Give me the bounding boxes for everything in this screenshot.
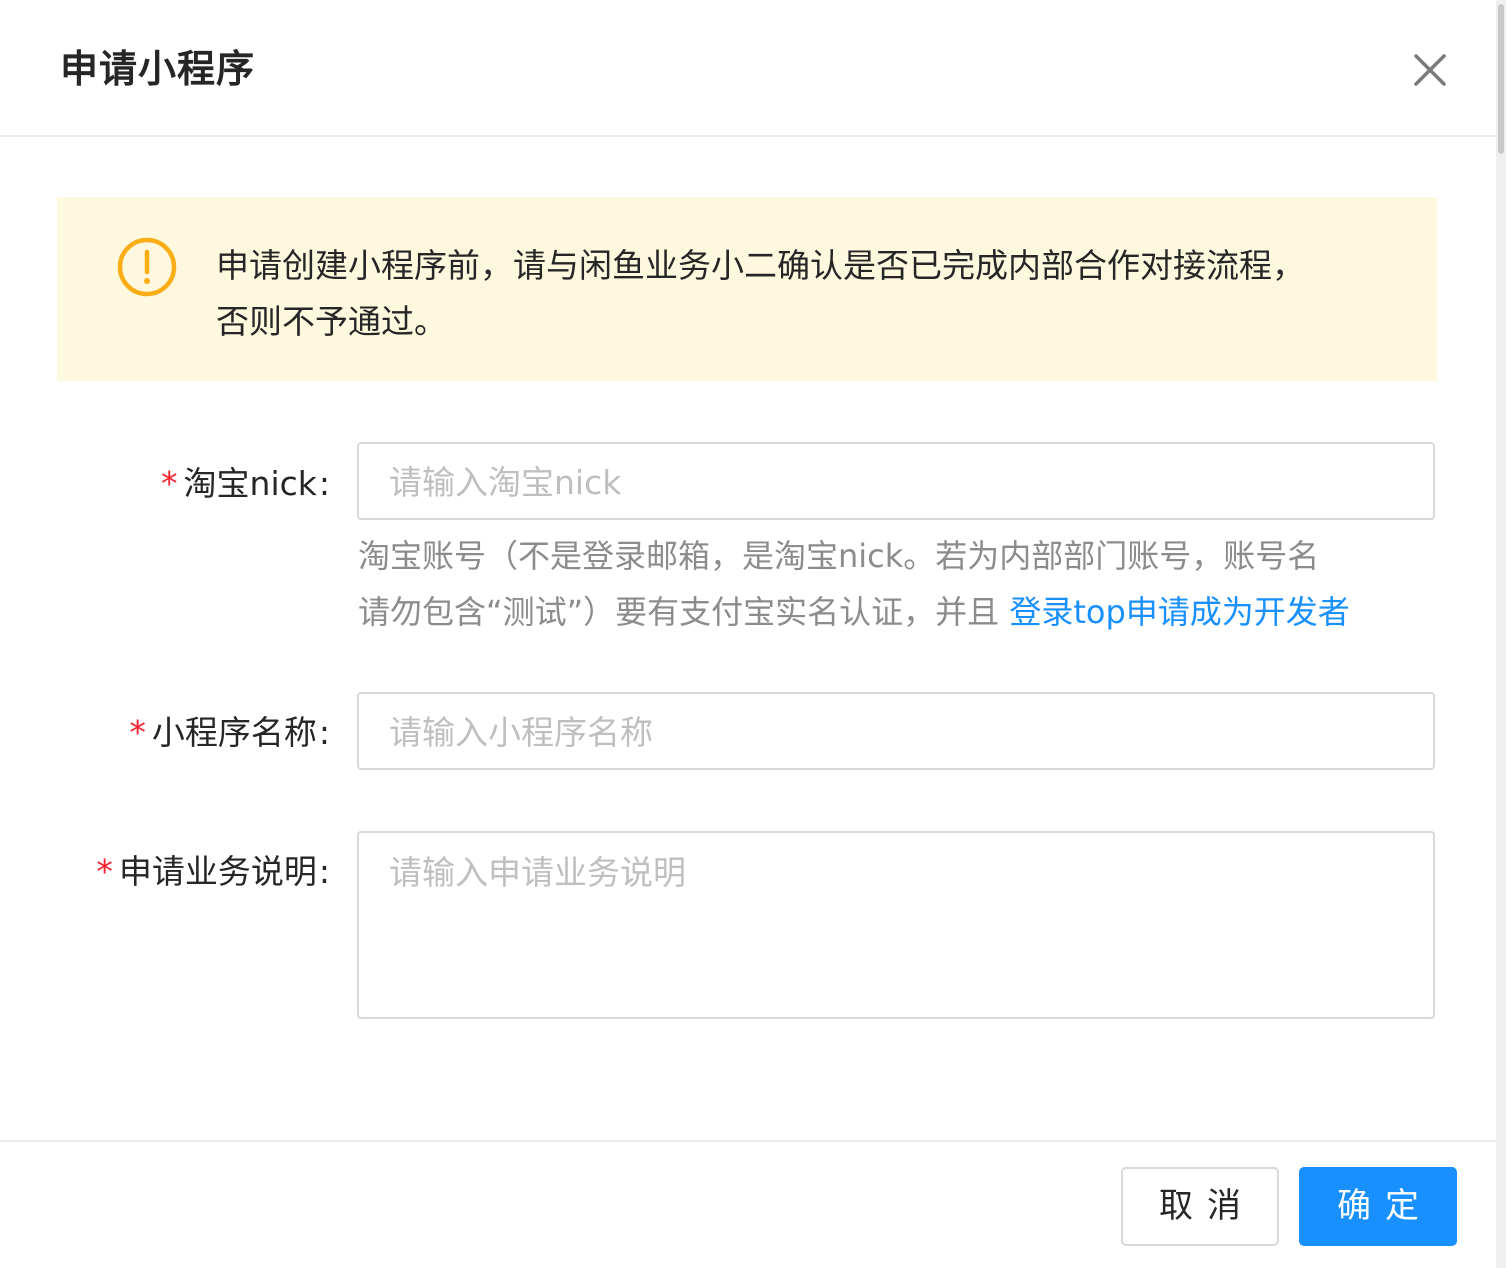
mini-program-name-input[interactable]: 请输入小程序名称 — [357, 692, 1435, 770]
help-line-2: 请勿包含“测试”）要有支付宝实名认证，并且 登录top申请成为开发者 — [358, 584, 1448, 640]
footer-divider — [0, 1140, 1496, 1142]
page-scrollbar[interactable] — [1496, 0, 1506, 1268]
mini-program-name-label: * 小程序名称: — [129, 711, 330, 755]
register-developer-link[interactable]: 登录top申请成为开发者 — [1009, 593, 1349, 631]
taobao-nick-help: 淘宝账号（不是登录邮箱，是淘宝nick。若为内部部门账号，账号名 请勿包含“测试… — [358, 528, 1448, 640]
apply-mini-program-dialog: 申请小程序 申请创建小程序前，请与闲鱼业务小二确认是否已完成内部合作对接流程， … — [0, 0, 1496, 1268]
required-mark: * — [129, 713, 146, 752]
scrollbar-thumb[interactable] — [1498, 4, 1504, 154]
dialog-header: 申请小程序 — [0, 0, 1496, 137]
business-description-textarea[interactable]: 请输入申请业务说明 — [357, 831, 1435, 1019]
mini-program-name-placeholder: 请输入小程序名称 — [389, 713, 653, 752]
business-description-placeholder: 请输入申请业务说明 — [389, 853, 686, 892]
dialog-title: 申请小程序 — [60, 47, 256, 91]
mini-program-name-label-text: 小程序名称 — [151, 713, 317, 752]
close-icon[interactable] — [1404, 44, 1456, 96]
help-line-2-text: 请勿包含“测试”）要有支付宝实名认证，并且 — [358, 593, 1010, 631]
taobao-nick-input[interactable]: 请输入淘宝nick — [357, 442, 1435, 520]
help-line-1: 淘宝账号（不是登录邮箱，是淘宝nick。若为内部部门账号，账号名 — [358, 537, 1320, 575]
alert-message-line-2: 否则不予通过。 — [216, 302, 447, 341]
required-mark: * — [96, 852, 113, 891]
taobao-nick-label: * 淘宝nick: — [161, 462, 330, 506]
label-colon: : — [318, 713, 330, 752]
alert-message: 申请创建小程序前，请与闲鱼业务小二确认是否已完成内部合作对接流程， 否则不予通过… — [216, 238, 1396, 350]
cancel-button[interactable]: 取消 — [1121, 1167, 1279, 1246]
label-colon: : — [318, 464, 330, 503]
alert-message-line-1: 申请创建小程序前，请与闲鱼业务小二确认是否已完成内部合作对接流程， — [216, 246, 1305, 285]
business-description-label: * 申请业务说明: — [96, 850, 330, 894]
label-colon: : — [318, 852, 330, 891]
required-mark: * — [161, 464, 178, 503]
taobao-nick-placeholder: 请输入淘宝nick — [389, 463, 622, 502]
business-description-label-text: 申请业务说明 — [118, 852, 317, 891]
taobao-nick-label-text: 淘宝nick — [183, 464, 317, 503]
warning-circle-icon — [116, 236, 178, 298]
confirm-button[interactable]: 确定 — [1299, 1167, 1457, 1246]
